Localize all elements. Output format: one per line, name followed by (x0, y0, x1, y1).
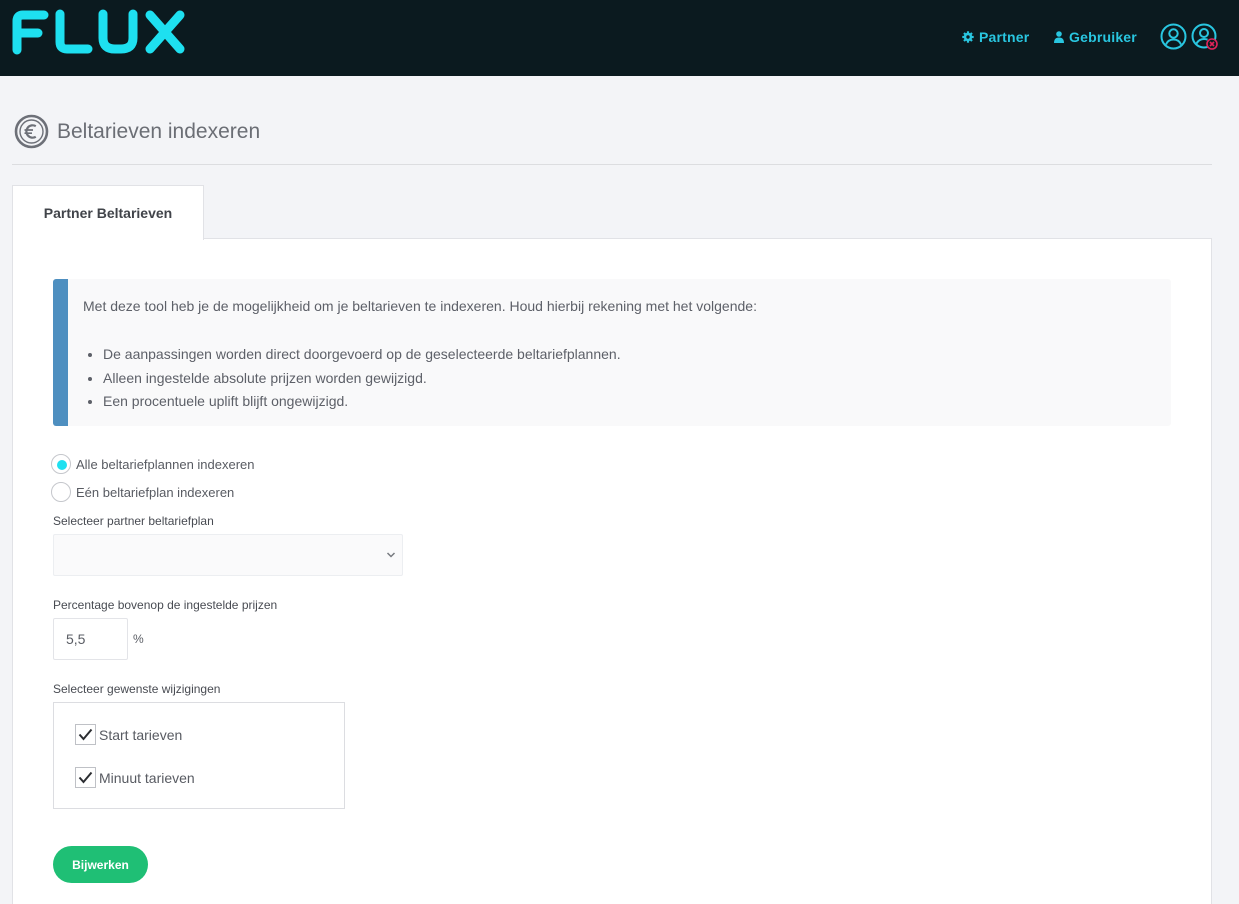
stop-impersonation-button[interactable] (1191, 23, 1218, 50)
checkmark-icon (78, 771, 93, 784)
radio-button-selected[interactable] (51, 454, 71, 474)
page-header: Beltarieven indexeren (14, 114, 260, 149)
plan-select[interactable] (53, 534, 403, 576)
radio-button[interactable] (51, 482, 71, 502)
checkbox[interactable] (75, 767, 96, 788)
checkbox-minuut-tarieven[interactable]: Minuut tarieven (75, 767, 195, 788)
checkmark-icon (78, 728, 93, 741)
euro-icon (14, 114, 49, 149)
percentage-value: 5,5 (66, 631, 86, 647)
title-divider (12, 164, 1212, 165)
info-list-item: Een procentuele uplift blijft ongewijzig… (103, 390, 1171, 414)
user-icon (1054, 31, 1064, 43)
gear-icon (962, 31, 974, 43)
percentage-unit: % (133, 632, 144, 646)
chevron-down-icon (386, 552, 396, 558)
checkbox-label: Start tarieven (99, 726, 183, 743)
submit-button[interactable]: Bijwerken (53, 846, 148, 883)
user-menu-link[interactable]: Gebruiker (1054, 28, 1137, 46)
profile-button[interactable] (1160, 23, 1187, 50)
radio-all-plans[interactable]: Alle beltariefplannen indexeren (51, 454, 255, 474)
percentage-label: Percentage bovenop de ingestelde prijzen (53, 598, 278, 612)
info-list-item: De aanpassingen worden direct doorgevoer… (103, 343, 1171, 367)
flux-logo[interactable] (11, 9, 187, 55)
info-list-item: Alleen ingestelde absolute prijzen worde… (103, 367, 1171, 391)
top-navigation-bar: Partner Gebruiker (0, 0, 1239, 76)
user-circle-icon (1160, 23, 1187, 50)
info-callout: Met deze tool heb je de mogelijkheid om … (53, 279, 1171, 426)
changes-checkbox-group: Start tarieven Minuut tarieven (53, 702, 345, 809)
tab-label: Partner Beltarieven (43, 205, 173, 221)
checkbox[interactable] (75, 724, 96, 745)
tab-partner-beltarieven[interactable]: Partner Beltarieven (12, 185, 204, 240)
checkbox-start-tarieven[interactable]: Start tarieven (75, 724, 182, 745)
checkbox-label: Minuut tarieven (99, 769, 195, 786)
percentage-input[interactable]: 5,5 (53, 618, 128, 660)
partner-menu-link[interactable]: Partner (962, 28, 1029, 46)
radio-label: Eén beltariefplan indexeren (76, 484, 235, 500)
partner-menu-label: Partner (979, 29, 1030, 45)
page-title: Beltarieven indexeren (57, 119, 261, 143)
plan-select-label: Selecteer partner beltariefplan (53, 514, 214, 528)
user-menu-label: Gebruiker (1069, 29, 1137, 45)
radio-single-plan[interactable]: Eén beltariefplan indexeren (51, 482, 234, 502)
info-list: De aanpassingen worden direct doorgevoer… (83, 343, 1171, 414)
info-intro: Met deze tool heb je de mogelijkheid om … (83, 298, 757, 314)
radio-label: Alle beltariefplannen indexeren (76, 456, 255, 472)
changes-label: Selecteer gewenste wijzigingen (53, 682, 221, 696)
user-circle-close-icon (1191, 23, 1218, 50)
